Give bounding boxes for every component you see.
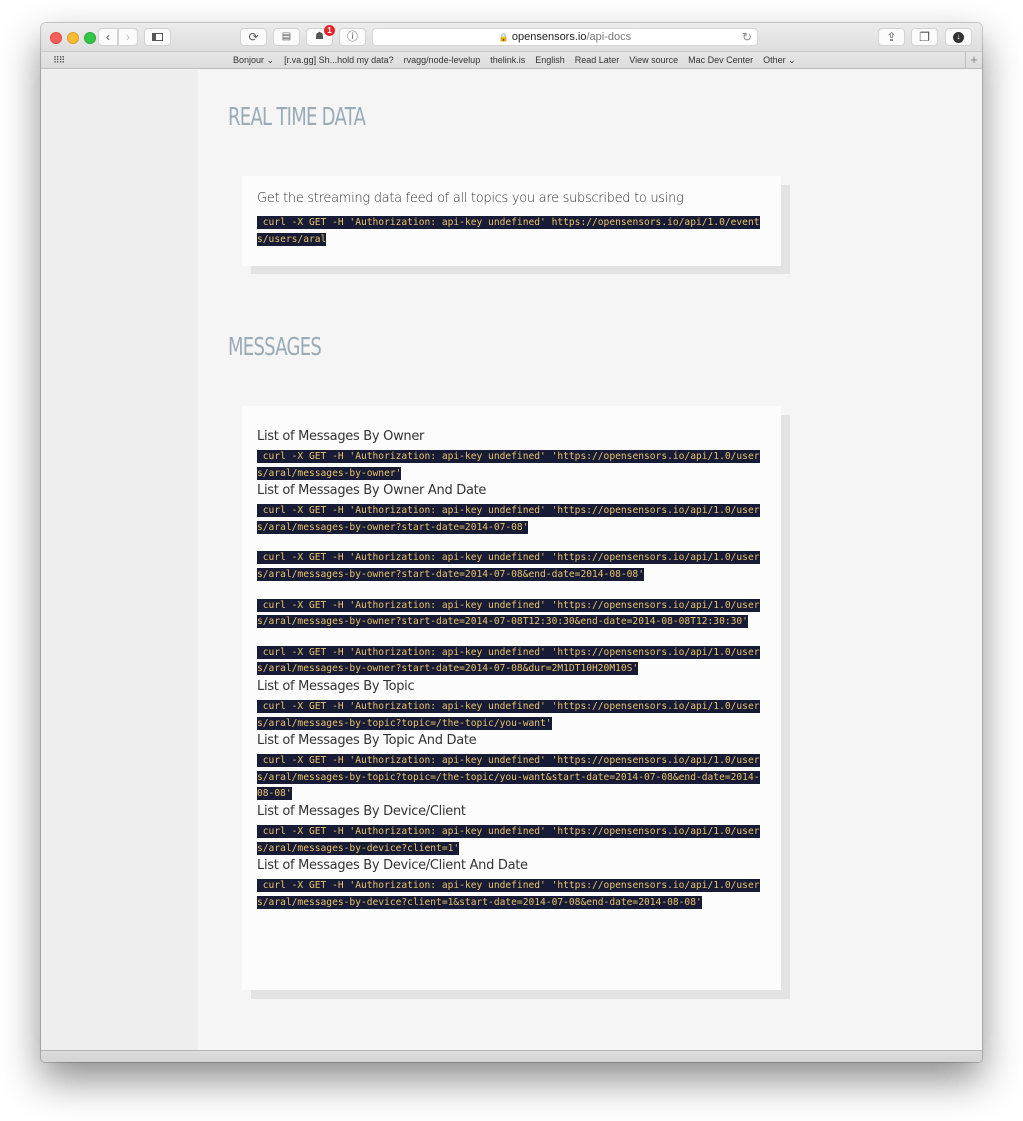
- section-title-messages: MESSAGES: [228, 332, 322, 361]
- bookmark-item[interactable]: Bonjour ⌄: [233, 55, 274, 66]
- notification-badge: 1: [324, 25, 335, 36]
- code-snippet[interactable]: curl -X GET -H 'Authorization: api-key u…: [257, 879, 760, 909]
- refresh-circle-icon: ⟳: [248, 30, 259, 44]
- code-block: curl -X GET -H 'Authorization: api-key u…: [257, 597, 762, 630]
- extension-button-1[interactable]: ⟳: [240, 28, 267, 46]
- code-snippet[interactable]: curl -X GET -H 'Authorization: api-key u…: [257, 551, 760, 581]
- code-block: curl -X GET -H 'Authorization: api-key u…: [257, 502, 762, 535]
- code-block: curl -X GET -H 'Authorization: api-key u…: [257, 644, 762, 677]
- code-block: curl -X GET -H 'Authorization: api-key u…: [257, 823, 762, 856]
- share-icon: ⇪: [886, 30, 897, 44]
- realtime-card: Get the streaming data feed of all topic…: [242, 176, 781, 266]
- bookmark-item[interactable]: Read Later: [575, 55, 620, 66]
- info-icon: ⓘ: [347, 30, 358, 43]
- bookmark-item[interactable]: [r.va.gg] Sh...hold my data?: [284, 55, 394, 66]
- forward-button[interactable]: ›: [118, 28, 138, 46]
- extension-button-2[interactable]: ▤: [273, 28, 300, 46]
- code-block: curl -X GET -H 'Authorization: api-key u…: [257, 448, 762, 481]
- minimize-window-button[interactable]: [67, 32, 79, 44]
- bookmark-item[interactable]: View source: [629, 55, 678, 66]
- left-sidebar: [41, 70, 198, 1050]
- realtime-description: Get the streaming data feed of all topic…: [257, 191, 684, 206]
- code-block: curl -X GET -H 'Authorization: api-key u…: [257, 752, 762, 802]
- top-sites-grid-icon[interactable]: ⠿⠿: [53, 55, 65, 66]
- tabs-overview-button[interactable]: ❐: [911, 28, 938, 46]
- share-button[interactable]: ⇪: [878, 28, 905, 46]
- close-window-button[interactable]: [50, 32, 62, 44]
- endpoint-label: List of Messages By Owner And Date: [257, 483, 487, 499]
- sidebar-toggle-button[interactable]: [144, 28, 171, 46]
- endpoint-label: List of Messages By Device/Client: [257, 803, 466, 819]
- bookmark-item[interactable]: Mac Dev Center: [688, 55, 753, 66]
- toolbar: ‹ › ⟳ ▤ ☗ 1 ⓘ 🔒 opensensors.io/api-docs …: [41, 23, 982, 52]
- code-block: curl -X GET -H 'Authorization: api-key u…: [257, 698, 762, 731]
- code-snippet[interactable]: curl -X GET -H 'Authorization: api-key u…: [257, 699, 760, 730]
- url-path: /api-docs: [586, 31, 632, 43]
- endpoint-label: List of Messages By Topic And Date: [257, 733, 477, 749]
- section-title-realtime: REAL TIME DATA: [228, 102, 366, 131]
- code-snippet[interactable]: curl -X GET -H 'Authorization: api-key u…: [257, 598, 760, 629]
- code-snippet[interactable]: curl -X GET -H 'Authorization: api-key u…: [257, 216, 760, 246]
- endpoint-label: List of Messages By Device/Client And Da…: [257, 858, 528, 874]
- ghostery-button[interactable]: ☗ 1: [306, 25, 335, 46]
- code-block: curl -X GET -H 'Authorization: api-key u…: [257, 549, 762, 582]
- reader-icon: ▤: [281, 31, 292, 42]
- chevron-left-icon: ‹: [106, 30, 110, 44]
- code-snippet[interactable]: curl -X GET -H 'Authorization: api-key u…: [257, 754, 760, 801]
- bookmark-item[interactable]: Other ⌄: [763, 55, 796, 66]
- sidebar-icon: [152, 33, 163, 41]
- page-content: REAL TIME DATA Get the streaming data fe…: [41, 70, 982, 1050]
- chevron-right-icon: ›: [126, 30, 130, 44]
- bookmarks-bar: ⠿⠿ Bonjour ⌄ [r.va.gg] Sh...hold my data?…: [41, 52, 982, 69]
- bookmark-item[interactable]: rvagg/node-levelup: [404, 55, 481, 66]
- code-snippet[interactable]: curl -X GET -H 'Authorization: api-key u…: [257, 450, 760, 480]
- code-snippet[interactable]: curl -X GET -H 'Authorization: api-key u…: [257, 504, 760, 534]
- bookmark-list: Bonjour ⌄ [r.va.gg] Sh...hold my data? rva…: [233, 55, 806, 66]
- status-bar: [41, 1050, 982, 1062]
- back-button[interactable]: ‹: [98, 28, 118, 46]
- code-block: curl -X GET -H 'Authorization: api-key u…: [257, 877, 762, 910]
- download-icon: ↓: [953, 31, 964, 43]
- reload-icon[interactable]: ↻: [742, 30, 752, 44]
- maximize-window-button[interactable]: [84, 32, 96, 44]
- code-snippet[interactable]: curl -X GET -H 'Authorization: api-key u…: [257, 645, 760, 676]
- code-snippet[interactable]: curl -X GET -H 'Authorization: api-key u…: [257, 824, 760, 855]
- downloads-button[interactable]: ↓: [945, 28, 972, 46]
- lock-icon: 🔒: [498, 32, 509, 42]
- url-domain: opensensors.io: [511, 31, 587, 43]
- bookmark-item[interactable]: thelink.is: [490, 55, 525, 66]
- bookmark-item[interactable]: English: [535, 55, 565, 66]
- messages-card: List of Messages By Owner curl -X GET -H…: [242, 406, 781, 990]
- ghost-icon: ☗: [315, 31, 324, 42]
- tabs-overview-icon: ❐: [919, 30, 930, 44]
- browser-window: ‹ › ⟳ ▤ ☗ 1 ⓘ 🔒 opensensors.io/api-docs …: [41, 23, 982, 1062]
- extension-button-4[interactable]: ⓘ: [339, 28, 366, 46]
- address-bar[interactable]: 🔒 opensensors.io/api-docs ↻: [372, 28, 758, 46]
- new-tab-button[interactable]: +: [965, 52, 982, 68]
- endpoint-label: List of Messages By Topic: [257, 678, 415, 694]
- endpoint-label: List of Messages By Owner: [257, 429, 425, 444]
